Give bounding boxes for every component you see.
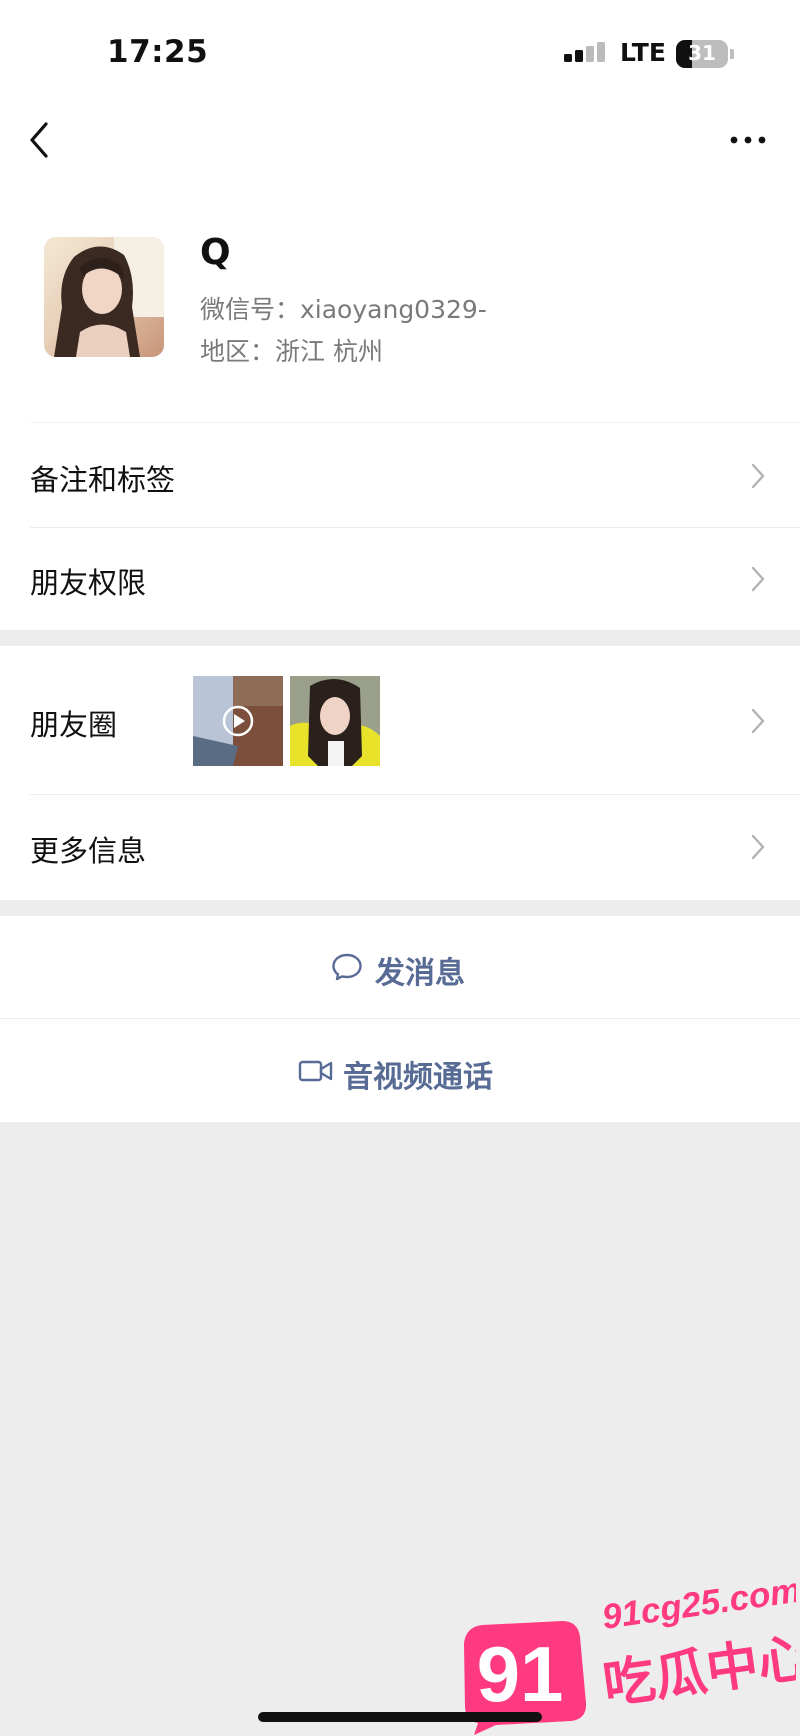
chevron-right-icon <box>751 463 765 489</box>
friend-permissions-label: 朋友权限 <box>30 566 147 600</box>
friend-permissions-row[interactable]: 朋友权限 <box>0 528 800 630</box>
moment-thumbnail-video[interactable] <box>193 676 283 766</box>
chevron-right-icon <box>751 708 765 734</box>
moments-row[interactable]: 朋友圈 <box>0 646 800 794</box>
avatar-photo <box>54 237 164 357</box>
divider <box>30 422 800 423</box>
watermark-logo: 91 91cg25.com 吃瓜中心 <box>464 1570 796 1735</box>
avatar[interactable] <box>44 237 164 357</box>
battery-cap <box>730 49 734 59</box>
video-camera-icon <box>298 1060 333 1082</box>
back-button[interactable] <box>24 118 54 162</box>
watermark-domain: 91cg25.com <box>600 1570 796 1637</box>
signal-icon <box>564 42 605 62</box>
chevron-right-icon <box>751 834 765 860</box>
more-button[interactable] <box>728 128 768 152</box>
send-message-label: 发消息 <box>375 956 465 991</box>
chevron-right-icon <box>751 566 765 592</box>
watermark-number: 91 <box>477 1630 564 1718</box>
chat-bubble-icon <box>332 953 362 981</box>
video-call-label: 音视频通话 <box>343 1060 493 1095</box>
video-call-button[interactable]: 音视频通话 <box>0 1019 800 1122</box>
moment-photo-2 <box>290 676 380 766</box>
wechat-id: 微信号：xiaoyang0329- <box>200 295 487 324</box>
battery-icon: 31 <box>676 40 728 68</box>
network-label: LTE <box>620 38 666 67</box>
profile-name: Q <box>200 232 231 273</box>
remarks-tags-row[interactable]: 备注和标签 <box>0 424 800 528</box>
region: 地区：浙江 杭州 <box>200 337 383 366</box>
battery-percent: 31 <box>688 41 716 65</box>
more-info-label: 更多信息 <box>30 834 147 868</box>
moment-thumbnail-photo[interactable] <box>290 676 380 766</box>
home-indicator[interactable] <box>258 1712 542 1722</box>
watermark-brand: 吃瓜中心 <box>599 1628 796 1716</box>
remarks-tags-label: 备注和标签 <box>30 463 176 497</box>
send-message-button[interactable]: 发消息 <box>0 916 800 1019</box>
more-info-row[interactable]: 更多信息 <box>0 795 800 900</box>
moment-photo-1 <box>193 676 283 766</box>
moments-label: 朋友圈 <box>30 708 118 742</box>
status-time: 17:25 <box>107 34 209 70</box>
